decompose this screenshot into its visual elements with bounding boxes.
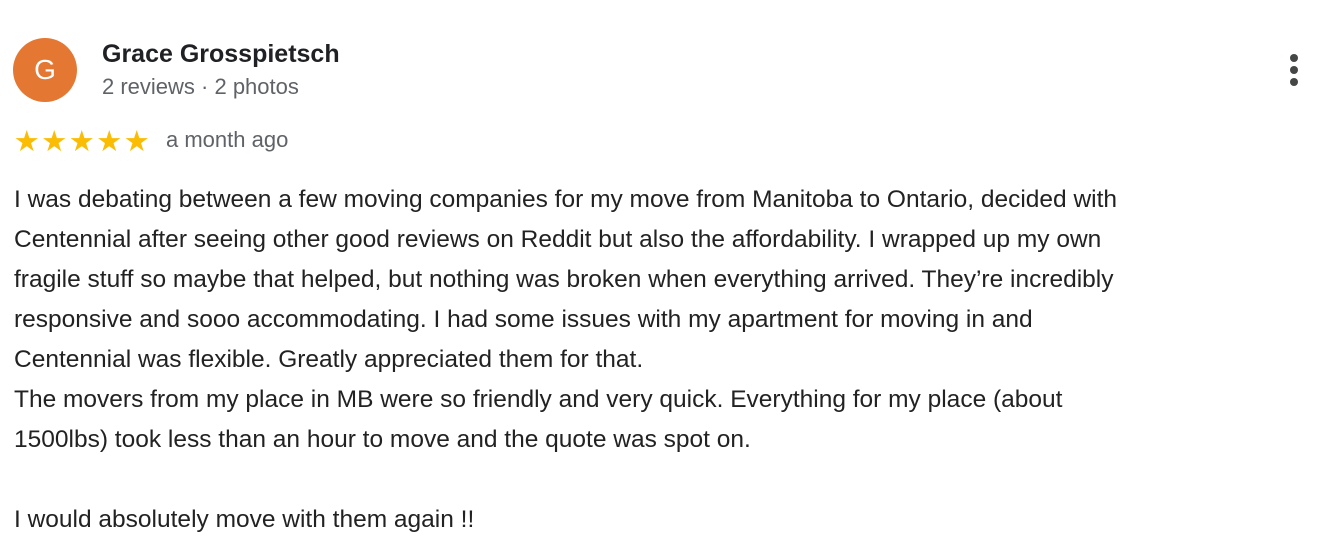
star-icon: ★: [123, 124, 150, 158]
star-icon: ★: [96, 124, 123, 158]
review-line: I was debating between a few moving comp…: [14, 186, 1118, 213]
review-line: [14, 460, 1334, 500]
more-vert-icon: [1290, 78, 1298, 86]
review-line: The movers from my place in MB were so f…: [14, 386, 1063, 413]
review-line: responsive and sooo accommodating. I had…: [14, 306, 1033, 333]
reviewer-name[interactable]: Grace Grosspietsch: [102, 40, 340, 69]
review-line: fragile stuff so maybe that helped, but …: [14, 266, 1114, 293]
star-icon: ★: [68, 124, 95, 158]
more-vert-icon: [1290, 54, 1298, 62]
review-date: a month ago: [166, 127, 289, 152]
reviewer-meta: 2 reviews · 2 photos: [102, 74, 299, 99]
star-icon: ★: [13, 124, 40, 158]
review-line: Centennial was flexible. Greatly appreci…: [14, 346, 644, 373]
review-card: G Grace Grosspietsch 2 reviews · 2 photo…: [0, 0, 1342, 548]
review-line: I would absolutely move with them again …: [14, 506, 475, 533]
avatar[interactable]: G: [13, 38, 77, 102]
more-vert-icon: [1290, 66, 1298, 74]
review-line: 1500lbs) took less than an hour to move …: [14, 426, 751, 453]
star-rating: ★ ★ ★ ★ ★: [13, 125, 151, 157]
review-text: I was debating between a few moving comp…: [14, 180, 1334, 540]
review-line: Centennial after seeing other good revie…: [14, 226, 1102, 253]
star-icon: ★: [41, 124, 68, 158]
more-options-button[interactable]: [1278, 50, 1310, 90]
